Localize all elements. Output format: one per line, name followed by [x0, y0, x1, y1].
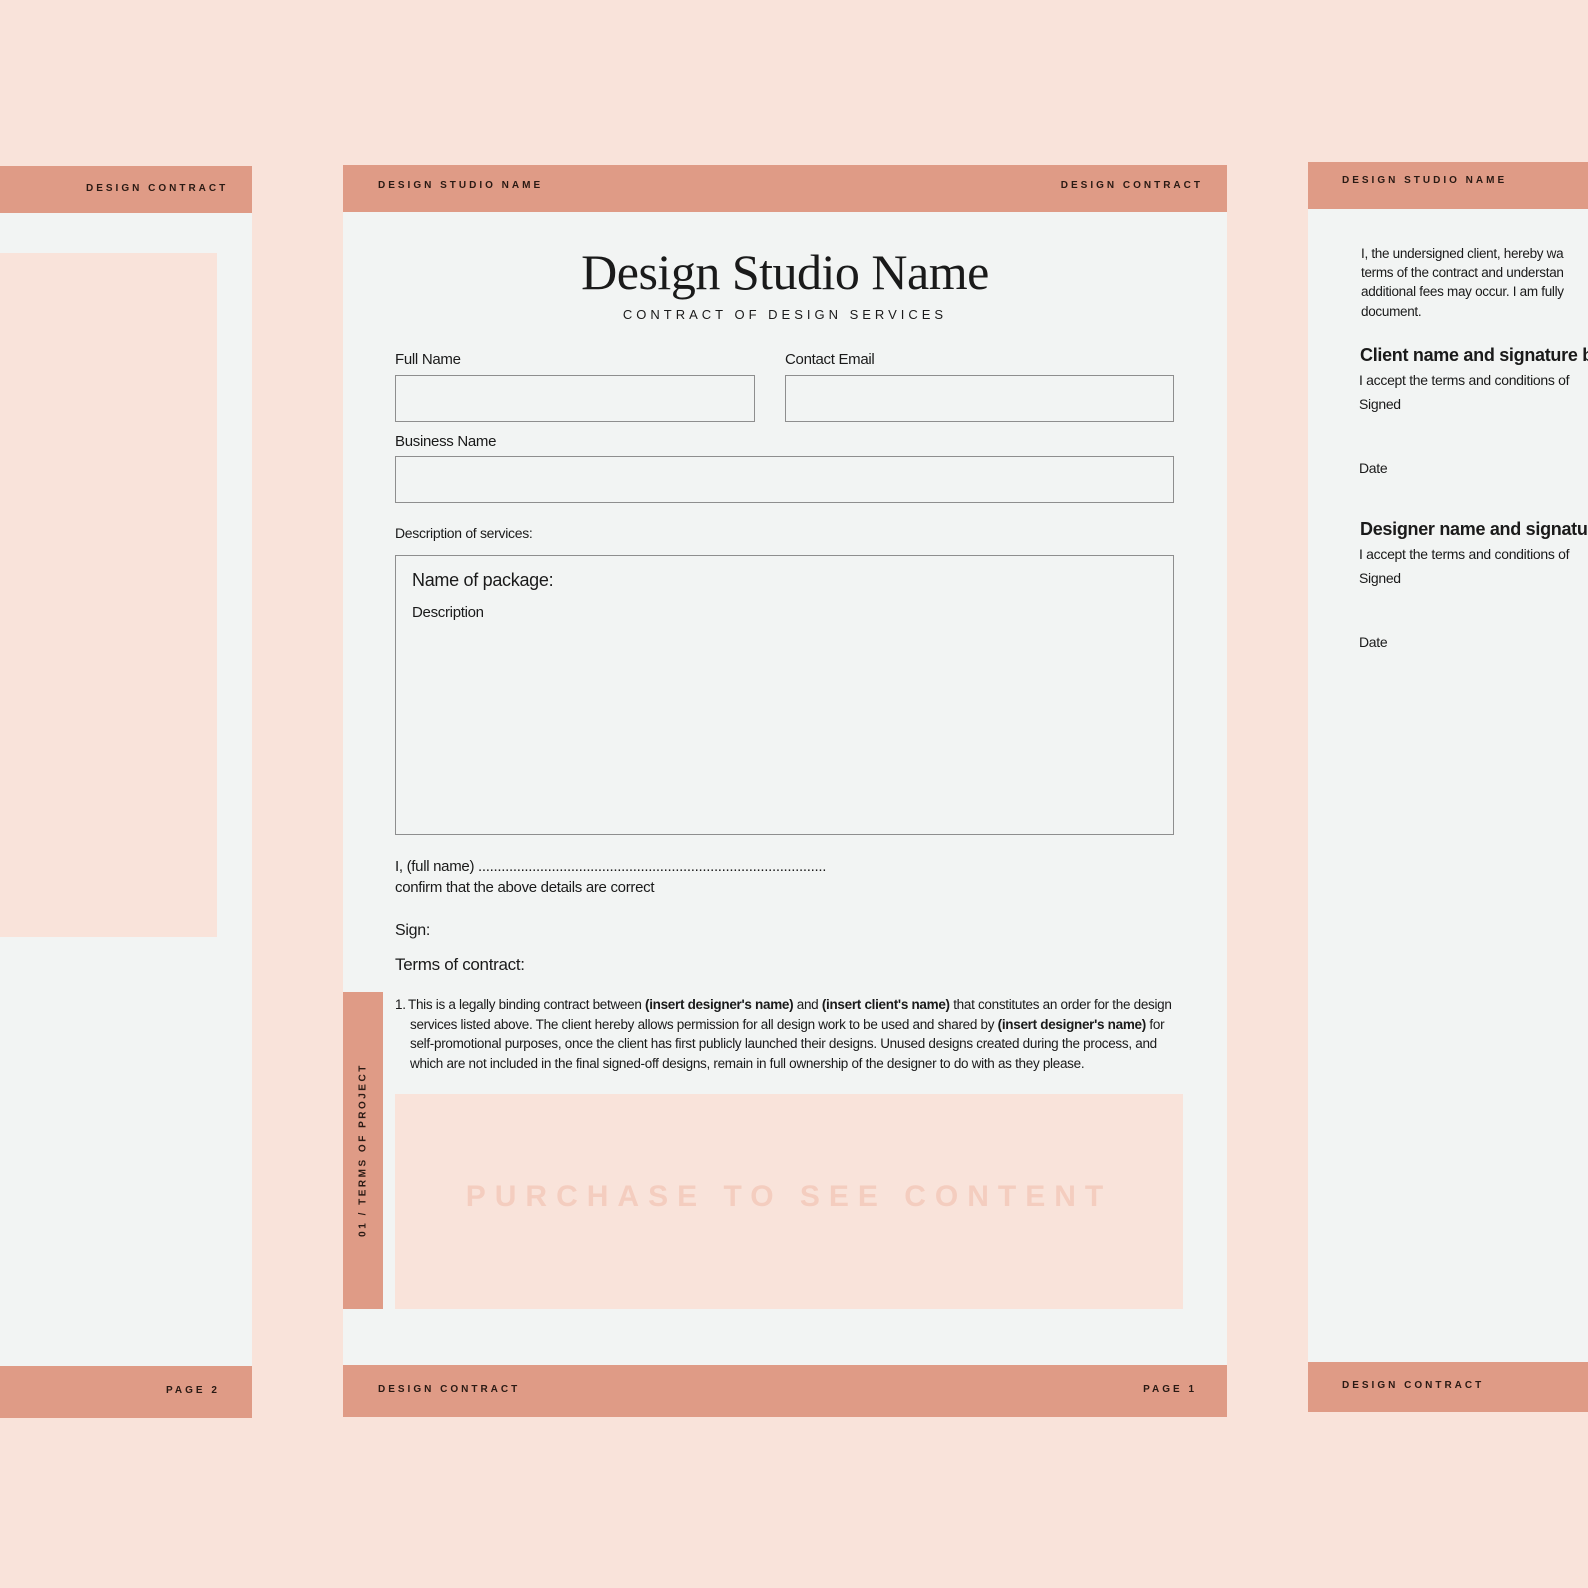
- client-signed-label: Signed: [1359, 396, 1401, 412]
- page-header-band: DESIGN STUDIO NAME: [1308, 162, 1588, 209]
- footer-page-number: PAGE 2: [166, 1385, 220, 1396]
- full-name-field[interactable]: [395, 375, 755, 422]
- page-footer-band: DESIGN CONTRACT PAGE 1: [343, 1365, 1227, 1417]
- image-placeholder-block: [0, 253, 217, 937]
- clause-bold-designer: (insert designer's name): [645, 997, 794, 1012]
- contract-page-right: DESIGN STUDIO NAME I, the undersigned cl…: [1308, 162, 1588, 1412]
- designer-signature-heading: Designer name and signatur: [1360, 519, 1588, 539]
- confirm-full-name-line: I, (full name) .........................…: [395, 858, 827, 875]
- client-date-label: Date: [1359, 460, 1388, 476]
- section-side-tab-label: 01 / TERMS OF PROJECT: [357, 1063, 369, 1237]
- confirm-details-line: confirm that the above details are corre…: [395, 879, 655, 896]
- contract-page-left: DESIGN CONTRACT PAGE 2: [0, 166, 252, 1418]
- clause-bold-designer: (insert designer's name): [997, 1016, 1147, 1032]
- purchase-notice: PURCHASE TO SEE CONTENT: [465, 1180, 1113, 1213]
- business-name-field[interactable]: [395, 456, 1174, 503]
- terms-clause-1: 1. This is a legally binding contract be…: [395, 995, 1173, 1073]
- clause-text-part: This is a legally binding contract betwe…: [408, 997, 645, 1012]
- terms-heading: Terms of contract:: [395, 955, 525, 974]
- mockup-stage: DESIGN CONTRACT PAGE 2 DESIGN STUDIO NAM…: [0, 0, 1588, 1588]
- sign-label: Sign:: [395, 922, 430, 939]
- page-footer-band: DESIGN CONTRACT: [1308, 1362, 1588, 1412]
- clause-number: 1.: [395, 997, 406, 1012]
- section-side-tab: 01 / TERMS OF PROJECT: [343, 992, 383, 1309]
- header-contract-label: DESIGN CONTRACT: [1060, 180, 1203, 191]
- client-agreement-paragraph: I, the undersigned client, hereby wa ter…: [1361, 244, 1588, 321]
- paragraph-line: additional fees may occur. I am fully: [1361, 284, 1564, 300]
- description-label: Description of services:: [395, 525, 533, 541]
- client-signature-heading: Client name and signature b: [1360, 345, 1588, 365]
- designer-signed-label: Signed: [1359, 570, 1401, 586]
- client-accept-text: I accept the terms and conditions of: [1359, 372, 1570, 388]
- contact-email-label: Contact Email: [785, 351, 875, 368]
- paragraph-line: I, the undersigned client, hereby wa: [1361, 246, 1564, 261]
- clause-text: This is a legally binding contract betwe…: [395, 995, 1173, 1073]
- footer-page-number: PAGE 1: [1143, 1384, 1197, 1395]
- header-studio-name: DESIGN STUDIO NAME: [1342, 175, 1508, 186]
- package-name-label: Name of package:: [412, 570, 554, 590]
- page-header-band: DESIGN STUDIO NAME DESIGN CONTRACT: [343, 165, 1227, 212]
- contact-email-field[interactable]: [785, 375, 1174, 422]
- services-description-box[interactable]: Name of package: Description: [395, 555, 1174, 835]
- package-description-label: Description: [412, 604, 484, 621]
- footer-contract-label: DESIGN CONTRACT: [1342, 1380, 1485, 1391]
- clause-text-part: and: [793, 997, 822, 1012]
- paragraph-line: terms of the contract and understan: [1361, 265, 1564, 281]
- paragraph-line: document.: [1361, 303, 1422, 319]
- page-footer-band: PAGE 2: [0, 1366, 252, 1418]
- clause-bold-client: (insert client's name): [821, 997, 950, 1012]
- business-name-label: Business Name: [395, 433, 497, 450]
- footer-contract-label: DESIGN CONTRACT: [378, 1384, 521, 1395]
- page-header-band: DESIGN CONTRACT: [0, 166, 252, 213]
- contract-page-main: DESIGN STUDIO NAME DESIGN CONTRACT Desig…: [343, 165, 1227, 1417]
- designer-date-label: Date: [1359, 634, 1388, 650]
- document-title: Design Studio Name: [581, 244, 989, 300]
- header-studio-name: DESIGN STUDIO NAME: [378, 180, 544, 191]
- full-name-label: Full Name: [395, 351, 461, 368]
- header-contract-label: DESIGN CONTRACT: [86, 183, 229, 194]
- designer-accept-text: I accept the terms and conditions of: [1359, 546, 1570, 562]
- locked-content-overlay: PURCHASE TO SEE CONTENT: [395, 1094, 1183, 1309]
- document-subtitle: CONTRACT OF DESIGN SERVICES: [622, 307, 948, 322]
